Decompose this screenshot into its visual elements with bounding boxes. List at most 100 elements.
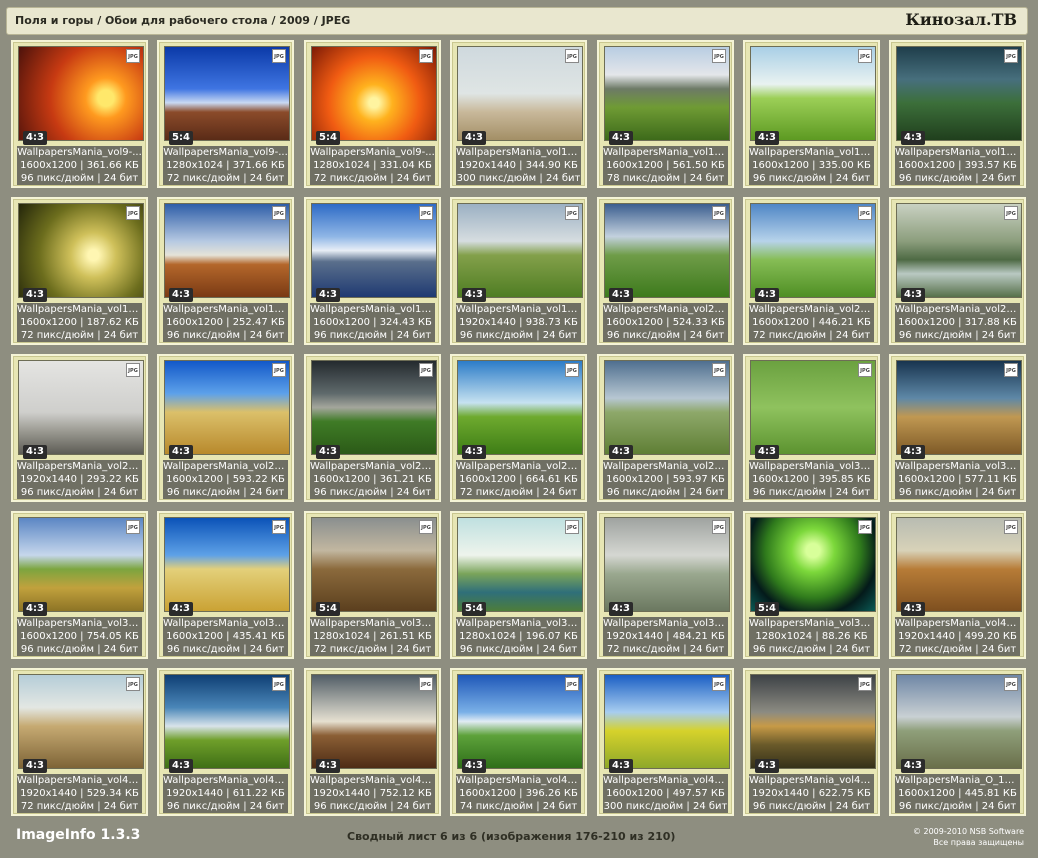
thumbnail-card[interactable]: JPG 4:3 WallpapersMania_vol42... 1920x1440 … bbox=[157, 668, 294, 816]
thumbnail-image[interactable]: JPG 4:3 bbox=[750, 46, 876, 145]
thumbnail-image[interactable]: JPG 4:3 bbox=[896, 674, 1022, 773]
meta-name: WallpapersMania_vol13... bbox=[749, 147, 874, 158]
meta-info: 96 пикс/дюйм | 24 бит bbox=[752, 801, 871, 812]
meta-info: 72 пикс/дюйм | 24 бит bbox=[166, 173, 285, 184]
thumbnail-card[interactable]: JPG 4:3 WallpapersMania_vol17... 1600x1200 … bbox=[11, 197, 148, 345]
thumbnail-card[interactable]: JPG 4:3 WallpapersMania_vol42... 1920x1440 … bbox=[11, 668, 148, 816]
meta-res: 1920x1440 | 529.34 КБ bbox=[20, 788, 139, 799]
aspect-ratio-badge: 4:3 bbox=[462, 288, 486, 302]
thumbnail-image[interactable]: JPG 4:3 bbox=[896, 517, 1022, 616]
thumbnail-card[interactable]: JPG 4:3 WallpapersMania_vol15... 1600x1200 … bbox=[889, 40, 1026, 188]
thumbnail-image[interactable]: JPG 5:4 bbox=[311, 517, 437, 616]
thumbnail-image[interactable]: JPG 5:4 bbox=[311, 46, 437, 145]
thumbnail-image[interactable]: JPG 4:3 bbox=[164, 203, 290, 302]
thumbnail-card[interactable]: JPG 5:4 WallpapersMania_vol33... 1280x1024 … bbox=[450, 511, 587, 659]
thumbnail-image[interactable]: JPG 5:4 bbox=[164, 46, 290, 145]
thumbnail-card[interactable]: JPG 4:3 WallpapersMania_vol30... 1600x1200 … bbox=[743, 354, 880, 502]
meta-res: 1920x1440 | 344.90 КБ bbox=[459, 160, 578, 171]
thumbnail-card[interactable]: JPG 5:4 WallpapersMania_vol9-... 1280x1024 … bbox=[157, 40, 294, 188]
thumbnail-image[interactable]: JPG 4:3 bbox=[18, 517, 144, 616]
thumbnail-image[interactable]: JPG 4:3 bbox=[457, 203, 583, 302]
thumbnail-card[interactable]: JPG 5:4 WallpapersMania_vol9-... 1280x1024 … bbox=[304, 40, 441, 188]
meta-res: 1600x1200 | 361.21 КБ bbox=[313, 474, 432, 485]
thumbnail-card[interactable]: JPG 4:3 WallpapersMania_vol28... 1600x1200 … bbox=[157, 354, 294, 502]
aspect-ratio-badge: 4:3 bbox=[462, 759, 486, 773]
thumbnail-image[interactable]: JPG 4:3 bbox=[604, 46, 730, 145]
thumbnail-card[interactable]: JPG 4:3 WallpapersMania_vol32... 1600x1200 … bbox=[157, 511, 294, 659]
meta-info: 96 пикс/дюйм | 24 бит bbox=[459, 644, 578, 655]
thumbnail-card[interactable]: JPG 4:3 WallpapersMania_vol18... 1920x1440 … bbox=[450, 197, 587, 345]
thumbnail-image[interactable]: JPG 4:3 bbox=[311, 674, 437, 773]
thumbnail-image[interactable]: JPG 4:3 bbox=[457, 46, 583, 145]
thumbnail-card[interactable]: JPG 4:3 WallpapersMania_vol41... 1920x1440 … bbox=[889, 511, 1026, 659]
meta-name: WallpapersMania_vol23... bbox=[749, 304, 874, 315]
thumbnail-image[interactable]: JPG 4:3 bbox=[311, 360, 437, 459]
aspect-ratio-badge: 5:4 bbox=[316, 131, 340, 145]
meta-res: 1920x1440 | 611.22 КБ bbox=[166, 788, 285, 799]
thumbnail-image[interactable]: JPG 4:3 bbox=[164, 674, 290, 773]
thumbnail-image[interactable]: JPG 4:3 bbox=[457, 674, 583, 773]
thumbnail-image[interactable]: JPG 4:3 bbox=[896, 46, 1022, 145]
meta-name: WallpapersMania_vol32... bbox=[163, 618, 288, 629]
thumbnail-card[interactable]: JPG 4:3 WallpapersMania_vol29... 1600x1200 … bbox=[597, 354, 734, 502]
meta-info: 96 пикс/дюйм | 24 бит bbox=[459, 330, 578, 341]
thumbnail-image[interactable]: JPG 4:3 bbox=[604, 674, 730, 773]
thumbnail-image[interactable]: JPG 5:4 bbox=[750, 517, 876, 616]
thumbnail-card[interactable]: JPG 4:3 WallpapersMania_vol43... 1600x1200 … bbox=[450, 668, 587, 816]
thumbnail-image[interactable]: JPG 4:3 bbox=[604, 517, 730, 616]
thumbnail-card[interactable]: JPG 4:3 WallpapersMania_vol23... 1600x1200 … bbox=[743, 197, 880, 345]
thumbnail-meta: WallpapersMania_vol18... 1920x1440 | 938.… bbox=[456, 303, 581, 342]
thumbnail-card[interactable]: JPG 4:3 WallpapersMania_vol26... 1920x1440 … bbox=[11, 354, 148, 502]
aspect-ratio-badge: 4:3 bbox=[316, 445, 340, 459]
thumbnail-image[interactable]: JPG 4:3 bbox=[604, 203, 730, 302]
thumbnail-card[interactable]: JPG 4:3 WallpapersMania_vol9-... 1600x1200 … bbox=[11, 40, 148, 188]
thumbnail-card[interactable]: JPG 4:3 WallpapersMania_vol42... 1920x1440 … bbox=[304, 668, 441, 816]
thumbnail-image[interactable]: JPG 4:3 bbox=[18, 203, 144, 302]
thumbnail-meta: WallpapersMania_vol15... 1600x1200 | 393.… bbox=[895, 146, 1020, 185]
thumbnail-card[interactable]: JPG 4:3 WallpapersMania_O_1607 1600x1200 | … bbox=[889, 668, 1026, 816]
thumbnail-image[interactable]: JPG 4:3 bbox=[750, 360, 876, 459]
thumbnail-image[interactable]: JPG 4:3 bbox=[750, 203, 876, 302]
thumbnail-image[interactable]: JPG 4:3 bbox=[604, 360, 730, 459]
thumbnail-card[interactable]: JPG 4:3 WallpapersMania_vol24... 1600x1200 … bbox=[889, 197, 1026, 345]
thumbnail-image[interactable]: JPG 4:3 bbox=[164, 517, 290, 616]
thumbnail-meta: WallpapersMania_vol29... 1600x1200 | 593.… bbox=[603, 460, 728, 499]
thumbnail-image[interactable]: JPG 4:3 bbox=[164, 360, 290, 459]
meta-res: 1600x1200 | 396.26 КБ bbox=[459, 788, 578, 799]
thumbnail-card[interactable]: JPG 4:3 WallpapersMania_vol30... 1600x1200 … bbox=[889, 354, 1026, 502]
thumbnail-card[interactable]: JPG 4:3 WallpapersMania_vol35... 1920x1440 … bbox=[597, 511, 734, 659]
aspect-ratio-badge: 4:3 bbox=[316, 759, 340, 773]
thumbnail-meta: WallpapersMania_vol31... 1600x1200 | 754.… bbox=[17, 617, 142, 656]
thumbnail-card[interactable]: JPG 4:3 WallpapersMania_vol28... 1600x1200 … bbox=[304, 354, 441, 502]
thumbnail-image[interactable]: JPG 4:3 bbox=[18, 46, 144, 145]
meta-name: WallpapersMania_vol42... bbox=[310, 775, 435, 786]
thumbnail-card[interactable]: JPG 4:3 WallpapersMania_vol43... 1600x1200 … bbox=[597, 668, 734, 816]
thumbnail-image[interactable]: JPG 4:3 bbox=[750, 674, 876, 773]
thumbnail-card[interactable]: JPG 4:3 WallpapersMania_vol31... 1600x1200 … bbox=[11, 511, 148, 659]
thumbnail-image[interactable]: JPG 4:3 bbox=[896, 360, 1022, 459]
thumbnail-card[interactable]: JPG 5:4 WallpapersMania_vol39... 1280x1024 … bbox=[743, 511, 880, 659]
thumbnail-image[interactable]: JPG 4:3 bbox=[457, 360, 583, 459]
aspect-ratio-badge: 4:3 bbox=[755, 759, 779, 773]
thumbnail-card[interactable]: JPG 4:3 WallpapersMania_vol12... 1600x1200 … bbox=[597, 40, 734, 188]
meta-info: 96 пикс/дюйм | 24 бит bbox=[166, 644, 285, 655]
thumbnail-card[interactable]: JPG 4:3 WallpapersMania_vol17... 1600x1200 … bbox=[157, 197, 294, 345]
thumbnail-image[interactable]: JPG 4:3 bbox=[896, 203, 1022, 302]
thumbnail-image[interactable]: JPG 4:3 bbox=[18, 674, 144, 773]
thumbnail-card[interactable]: JPG 4:3 WallpapersMania_vol12... 1920x1440 … bbox=[450, 40, 587, 188]
thumbnail-card[interactable]: JPG 4:3 WallpapersMania_vol44... 1920x1440 … bbox=[743, 668, 880, 816]
meta-info: 96 пикс/дюйм | 24 бит bbox=[752, 173, 871, 184]
breadcrumb-path: Поля и горы / Обои для рабочего стола / … bbox=[15, 14, 351, 27]
thumbnail-image[interactable]: JPG 4:3 bbox=[311, 203, 437, 302]
thumbnail-card[interactable]: JPG 4:3 WallpapersMania_vol17... 1600x1200 … bbox=[304, 197, 441, 345]
thumbnail-image[interactable]: JPG 5:4 bbox=[457, 517, 583, 616]
jpg-file-icon: JPG bbox=[858, 363, 872, 377]
meta-info: 96 пикс/дюйм | 24 бит bbox=[166, 487, 285, 498]
thumbnail-image[interactable]: JPG 4:3 bbox=[18, 360, 144, 459]
thumbnail-card[interactable]: JPG 4:3 WallpapersMania_vol22... 1600x1200 … bbox=[597, 197, 734, 345]
thumbnail-card[interactable]: JPG 4:3 WallpapersMania_vol13... 1600x1200 … bbox=[743, 40, 880, 188]
aspect-ratio-badge: 4:3 bbox=[23, 131, 47, 145]
thumbnail-card[interactable]: JPG 5:4 WallpapersMania_vol32... 1280x1024 … bbox=[304, 511, 441, 659]
thumbnail-card[interactable]: JPG 4:3 WallpapersMania_vol29... 1600x1200 … bbox=[450, 354, 587, 502]
meta-name: WallpapersMania_vol17... bbox=[310, 304, 435, 315]
